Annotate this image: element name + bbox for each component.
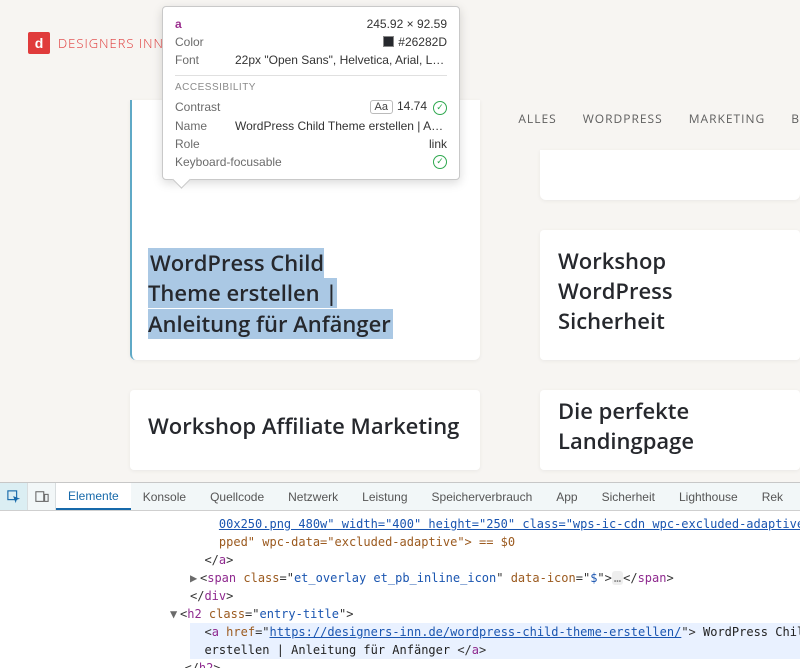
post-title[interactable]: Workshop WordPress Sicherheit	[558, 247, 782, 336]
page-root: d DESIGNERS INN ALLES WORDPRESS MARKETIN…	[0, 0, 800, 668]
tooltip-role-label: Role	[175, 137, 231, 151]
device-toggle-button[interactable]	[28, 483, 56, 511]
post-card: Die perfekte Landingpage	[540, 390, 800, 470]
device-icon	[35, 490, 49, 504]
check-icon	[433, 155, 447, 169]
tooltip-name-value: WordPress Child Theme erstellen | A…	[231, 119, 447, 133]
check-icon	[433, 101, 447, 115]
post-card: Workshop Affiliate Marketing	[130, 390, 480, 470]
inspect-element-button[interactable]	[0, 483, 28, 511]
logo-mark: d	[28, 32, 50, 54]
devtools-tab-memory[interactable]: Speicherverbrauch	[420, 483, 545, 510]
devtools-tab-elements[interactable]: Elemente	[56, 483, 131, 510]
devtools-panel: Elemente Konsole Quellcode Netzwerk Leis…	[0, 482, 800, 668]
post-card	[540, 150, 800, 200]
devtools-tab-application[interactable]: App	[544, 483, 589, 510]
color-swatch-icon	[383, 36, 394, 47]
tooltip-font-value: 22px "Open Sans", Helvetica, Arial, Lu…	[231, 53, 447, 67]
post-title[interactable]: Die perfekte Landingpage	[558, 397, 782, 456]
tooltip-color-label: Color	[175, 35, 231, 49]
devtools-tabbar: Elemente Konsole Quellcode Netzwerk Leis…	[0, 483, 800, 511]
tooltip-keyboard-focusable-label: Keyboard-focusable	[175, 155, 427, 169]
tooltip-font-label: Font	[175, 53, 231, 67]
tooltip-contrast-label: Contrast	[175, 100, 231, 114]
tooltip-dimensions: 245.92 × 92.59	[367, 17, 447, 31]
tooltip-name-label: Name	[175, 119, 231, 133]
inspector-tooltip: a 245.92 × 92.59 Color #26282D Font 22px…	[162, 6, 460, 180]
devtools-tab-lighthouse[interactable]: Lighthouse	[667, 483, 750, 510]
tooltip-tag: a	[175, 17, 182, 31]
post-title[interactable]: Workshop Affiliate Marketing	[148, 412, 459, 442]
nav-item-marketing[interactable]: MARKETING	[689, 110, 766, 127]
tooltip-color-value: #26282D	[231, 35, 447, 49]
post-title-link[interactable]: WordPress Child Theme erstellen | Anleit…	[148, 248, 393, 340]
devtools-tab-performance[interactable]: Leistung	[350, 483, 419, 510]
devtools-tab-recorder[interactable]: Rek	[750, 483, 795, 510]
tooltip-accessibility-heading: ACCESSIBILITY	[175, 80, 447, 97]
nav-item-wordpress[interactable]: WORDPRESS	[583, 110, 663, 127]
nav-item-alles[interactable]: ALLES	[518, 110, 556, 127]
post-card: Workshop WordPress Sicherheit	[540, 230, 800, 360]
inspect-icon	[7, 490, 21, 504]
devtools-tab-security[interactable]: Sicherheit	[590, 483, 667, 510]
contrast-aa-badge: Aa	[370, 100, 393, 114]
main-nav: ALLES WORDPRESS MARKETING B	[518, 110, 800, 127]
logo-text: DESIGNERS INN	[58, 34, 164, 52]
devtools-dom-tree[interactable]: 00x250.png 480w" width="400" height="250…	[0, 511, 800, 668]
devtools-tab-network[interactable]: Netzwerk	[276, 483, 350, 510]
nav-item-b[interactable]: B	[791, 110, 800, 127]
devtools-tab-console[interactable]: Konsole	[131, 483, 198, 510]
tooltip-role-value: link	[231, 137, 447, 151]
devtools-tab-sources[interactable]: Quellcode	[198, 483, 276, 510]
site-logo[interactable]: d DESIGNERS INN	[28, 32, 164, 54]
tooltip-contrast-value: Aa14.74	[231, 99, 447, 115]
